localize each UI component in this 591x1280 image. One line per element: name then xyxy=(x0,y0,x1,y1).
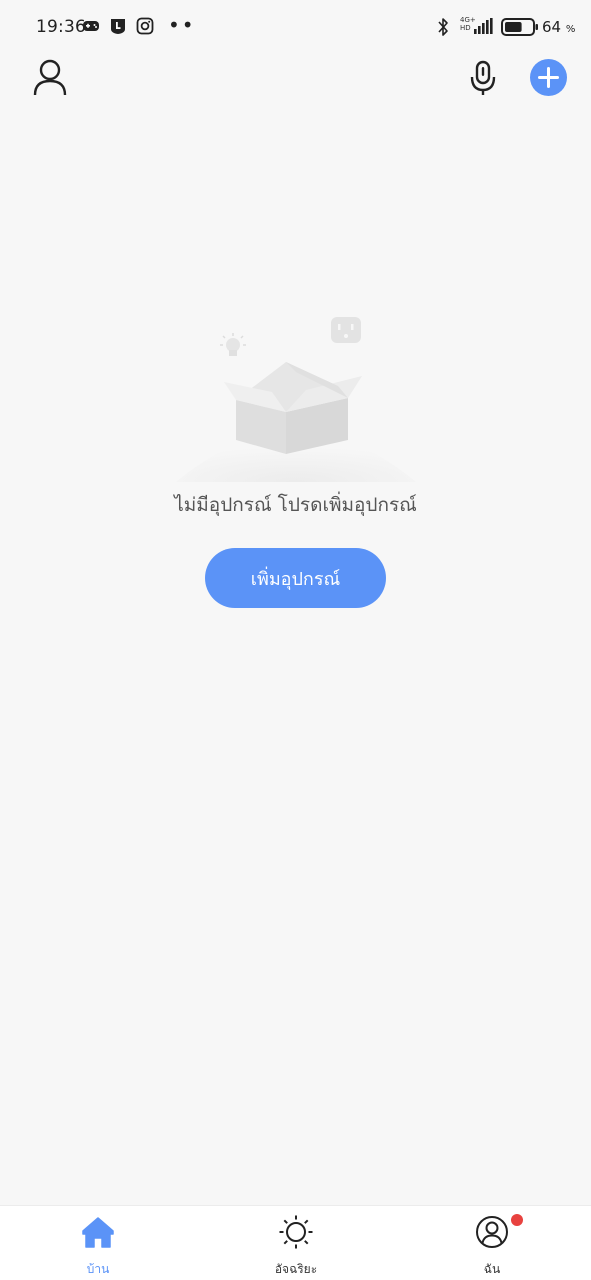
nav-item-me[interactable]: ฉัน xyxy=(432,1206,552,1280)
home-icon xyxy=(82,1217,114,1248)
game-controller-icon xyxy=(83,21,99,31)
nav-item-home[interactable]: บ้าน xyxy=(38,1206,158,1280)
box-icon xyxy=(224,362,362,454)
nav-item-smart[interactable]: อัจฉริยะ xyxy=(236,1206,356,1280)
person-icon[interactable] xyxy=(32,58,68,96)
bluetooth-icon xyxy=(438,18,448,36)
empty-box-illustration xyxy=(176,317,416,482)
battery-percent: 64 % xyxy=(542,18,576,36)
line-icon xyxy=(111,19,125,34)
user-circle-icon xyxy=(476,1216,508,1248)
add-device-button[interactable]: เพิ่มอุปกรณ์ xyxy=(205,548,386,608)
battery-icon xyxy=(501,18,538,36)
nav-label-me: ฉัน xyxy=(483,1262,501,1276)
add-button[interactable] xyxy=(530,59,567,96)
status-time: 19:36 xyxy=(36,17,86,37)
nav-label-home: บ้าน xyxy=(86,1262,110,1276)
app-screen: 19:36 •• 4G+ HD 64 % ไม่มีอุปกรณ์ โปรดเพ… xyxy=(0,0,591,1280)
sun-icon xyxy=(279,1215,313,1249)
bottom-navigation: บ้าน อัจฉริยะ ฉัน xyxy=(0,1205,591,1280)
status-bar: 19:36 •• 4G+ HD 64 % xyxy=(0,0,591,54)
nav-label-smart: อัจฉริยะ xyxy=(274,1262,318,1276)
lightbulb-icon xyxy=(220,333,246,356)
empty-state-message: ไม่มีอุปกรณ์ โปรดเพิ่มอุปกรณ์ xyxy=(174,494,417,516)
signal-icon xyxy=(474,18,493,34)
notification-badge xyxy=(511,1214,523,1226)
top-bar xyxy=(0,54,591,102)
instagram-icon xyxy=(136,17,154,35)
more-notifications-icon: •• xyxy=(168,13,196,37)
power-socket-icon xyxy=(331,317,361,343)
microphone-icon[interactable] xyxy=(468,60,498,96)
battery-level-fill xyxy=(505,22,522,32)
